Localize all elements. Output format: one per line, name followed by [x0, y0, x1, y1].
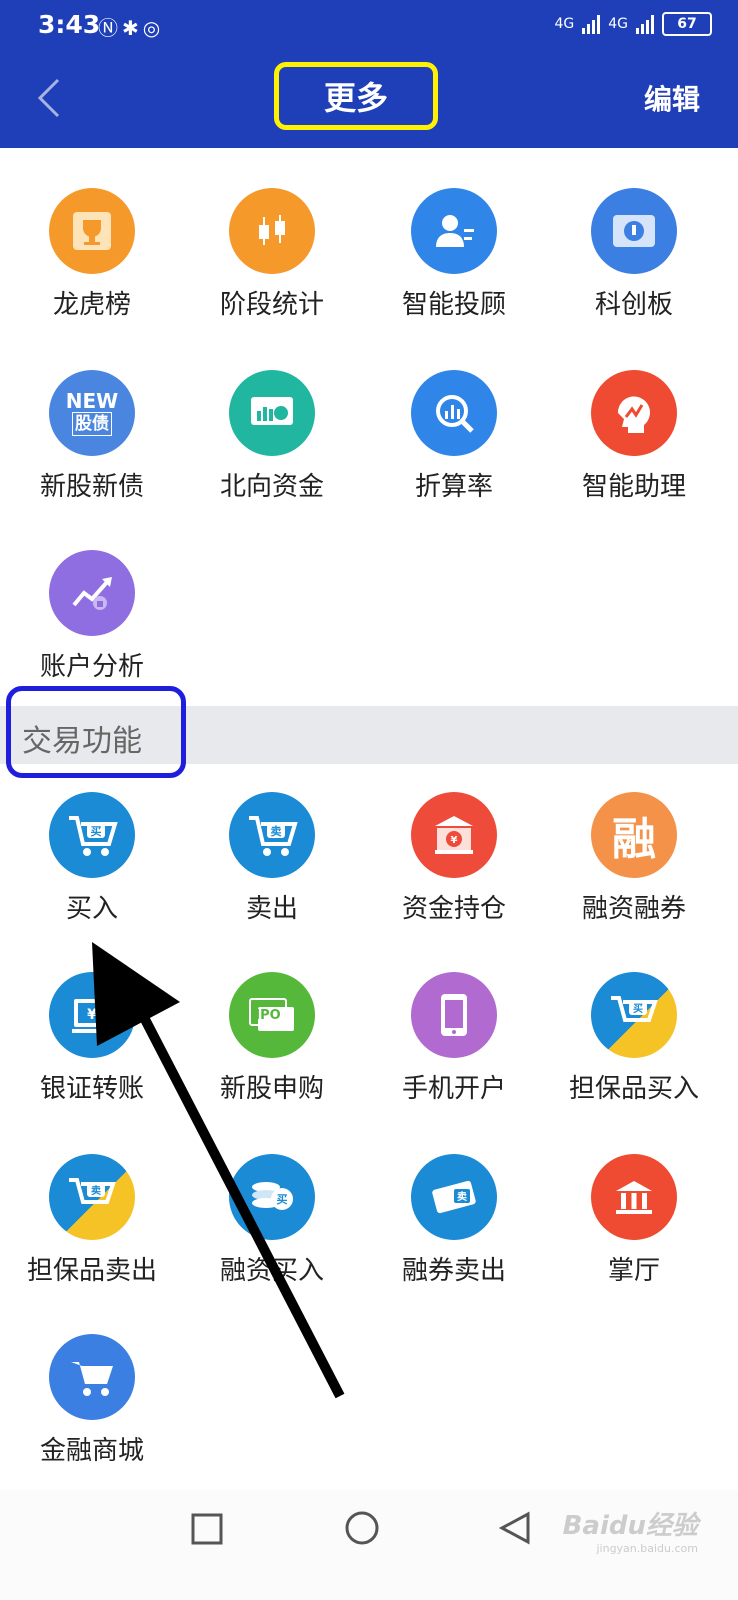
circle-icon — [345, 1511, 379, 1545]
back-nav-button[interactable] — [498, 1510, 532, 1550]
recent-apps-button[interactable] — [190, 1512, 224, 1550]
watermark-url: jingyan.baidu.com — [596, 1542, 698, 1555]
annotation-arrow — [92, 942, 345, 1399]
watermark-brand: Baidu经验 — [562, 1511, 698, 1541]
home-button[interactable] — [344, 1510, 380, 1550]
triangle-back-icon — [498, 1511, 530, 1545]
square-icon — [191, 1513, 223, 1545]
watermark: Baidu经验 jingyan.baidu.com — [563, 1505, 698, 1555]
